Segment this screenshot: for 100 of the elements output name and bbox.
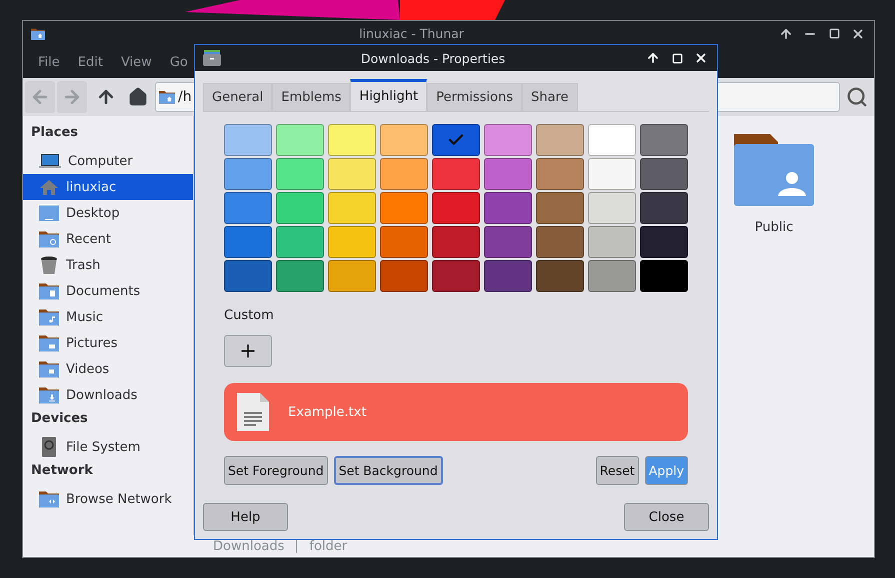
help-button[interactable]: Help: [203, 503, 288, 531]
color-swatch[interactable]: [536, 260, 584, 292]
color-swatch[interactable]: [224, 226, 272, 258]
network-folder-icon: [39, 490, 59, 508]
add-color-button[interactable]: [224, 335, 272, 367]
documents-folder-icon: [39, 282, 59, 300]
sidebar-item[interactable]: File System: [23, 434, 193, 460]
color-swatch[interactable]: [536, 158, 584, 190]
tab[interactable]: Permissions: [427, 83, 522, 111]
sidebar-item[interactable]: Downloads: [23, 382, 193, 408]
sidebar-item[interactable]: Computer: [23, 148, 193, 174]
color-swatch[interactable]: [276, 158, 324, 190]
home-icon: [39, 179, 59, 195]
status-text: folder: [309, 538, 348, 554]
color-swatch[interactable]: [328, 158, 376, 190]
section-heading: Network: [30, 462, 94, 480]
sidebar-item[interactable]: Music: [23, 304, 193, 330]
menu-item[interactable]: View: [112, 54, 161, 70]
color-swatch[interactable]: [380, 260, 428, 292]
menu-item[interactable]: Go: [160, 54, 197, 70]
file-label[interactable]: Public: [754, 220, 794, 235]
action-button[interactable]: Set Foreground: [224, 456, 328, 485]
keep-above-icon[interactable]: [645, 50, 661, 66]
color-swatch[interactable]: [328, 226, 376, 258]
drive-icon: [39, 437, 59, 457]
color-swatch[interactable]: [640, 158, 688, 190]
file-name: Example.txt: [288, 404, 366, 420]
downloads-folder-icon: [39, 386, 59, 404]
sidebar-item[interactable]: Browse Network: [23, 486, 193, 512]
color-swatch[interactable]: [328, 124, 376, 156]
color-swatch[interactable]: [432, 124, 480, 156]
user-folder-icon[interactable]: [734, 134, 814, 206]
color-swatch[interactable]: [536, 226, 584, 258]
color-swatch[interactable]: [536, 124, 584, 156]
color-swatch[interactable]: [484, 124, 532, 156]
color-swatch[interactable]: [484, 192, 532, 224]
section-heading: Places: [30, 124, 80, 142]
color-swatch[interactable]: [432, 192, 480, 224]
back-button[interactable]: [25, 81, 55, 113]
close-button[interactable]: Close: [624, 503, 709, 531]
color-swatch[interactable]: [536, 192, 584, 224]
menu-item[interactable]: File: [29, 54, 69, 70]
window-title: linuxiac - Thunar: [358, 26, 465, 41]
color-swatch[interactable]: [484, 260, 532, 292]
color-swatch[interactable]: [224, 192, 272, 224]
color-swatch[interactable]: [588, 260, 636, 292]
color-swatch[interactable]: [276, 124, 324, 156]
color-swatch[interactable]: [588, 124, 636, 156]
color-swatch[interactable]: [640, 226, 688, 258]
color-swatch[interactable]: [588, 226, 636, 258]
color-swatch[interactable]: [432, 158, 480, 190]
laptop-icon: [39, 153, 61, 169]
color-swatch[interactable]: [276, 226, 324, 258]
menu-item[interactable]: Edit: [68, 54, 112, 70]
color-swatch[interactable]: [224, 260, 272, 292]
tab[interactable]: Emblems: [272, 83, 350, 111]
color-swatch[interactable]: [432, 226, 480, 258]
tab[interactable]: General: [203, 83, 272, 111]
music-folder-icon: [39, 308, 59, 326]
sidebar-item[interactable]: Pictures: [23, 330, 193, 356]
back-arrow-icon: [30, 87, 50, 107]
color-swatch[interactable]: [276, 192, 324, 224]
recent-folder-icon: [39, 230, 59, 248]
color-swatch[interactable]: [380, 192, 428, 224]
text-file-icon: [236, 392, 270, 432]
tab[interactable]: Share: [522, 83, 578, 111]
color-swatch[interactable]: [640, 260, 688, 292]
home-folder-icon: [31, 28, 45, 40]
sidebar-item[interactable]: linuxiac: [23, 174, 193, 200]
color-swatch[interactable]: [380, 226, 428, 258]
color-swatch[interactable]: [328, 192, 376, 224]
sidebar-item[interactable]: Videos: [23, 356, 193, 382]
color-swatch[interactable]: [328, 260, 376, 292]
pictures-folder-icon: [39, 334, 59, 352]
color-swatch[interactable]: [276, 260, 324, 292]
trash-icon: [39, 256, 59, 274]
sidebar-item[interactable]: Trash: [23, 252, 193, 278]
videos-folder-icon: [39, 360, 59, 378]
color-swatch[interactable]: [380, 158, 428, 190]
sidebar-item[interactable]: Desktop: [23, 200, 193, 226]
color-swatch[interactable]: [484, 226, 532, 258]
color-swatch[interactable]: [380, 124, 428, 156]
color-swatch[interactable]: [640, 124, 688, 156]
color-swatch[interactable]: [432, 260, 480, 292]
action-button[interactable]: Set Background: [334, 456, 443, 485]
sidebar-item[interactable]: Recent: [23, 226, 193, 252]
forward-arrow-icon: [62, 87, 82, 107]
color-swatch[interactable]: [224, 158, 272, 190]
color-swatch[interactable]: [640, 192, 688, 224]
drawer-icon: [203, 50, 221, 66]
color-swatch[interactable]: [224, 124, 272, 156]
color-swatch[interactable]: [588, 158, 636, 190]
sidebar-item[interactable]: Documents: [23, 278, 193, 304]
tab[interactable]: Highlight: [350, 79, 428, 111]
color-swatch[interactable]: [588, 192, 636, 224]
color-swatch[interactable]: [484, 158, 532, 190]
custom-label: Custom: [224, 308, 275, 323]
section-heading: Devices: [30, 410, 89, 428]
action-button[interactable]: Reset: [596, 456, 639, 485]
home-folder-icon: [159, 90, 175, 104]
